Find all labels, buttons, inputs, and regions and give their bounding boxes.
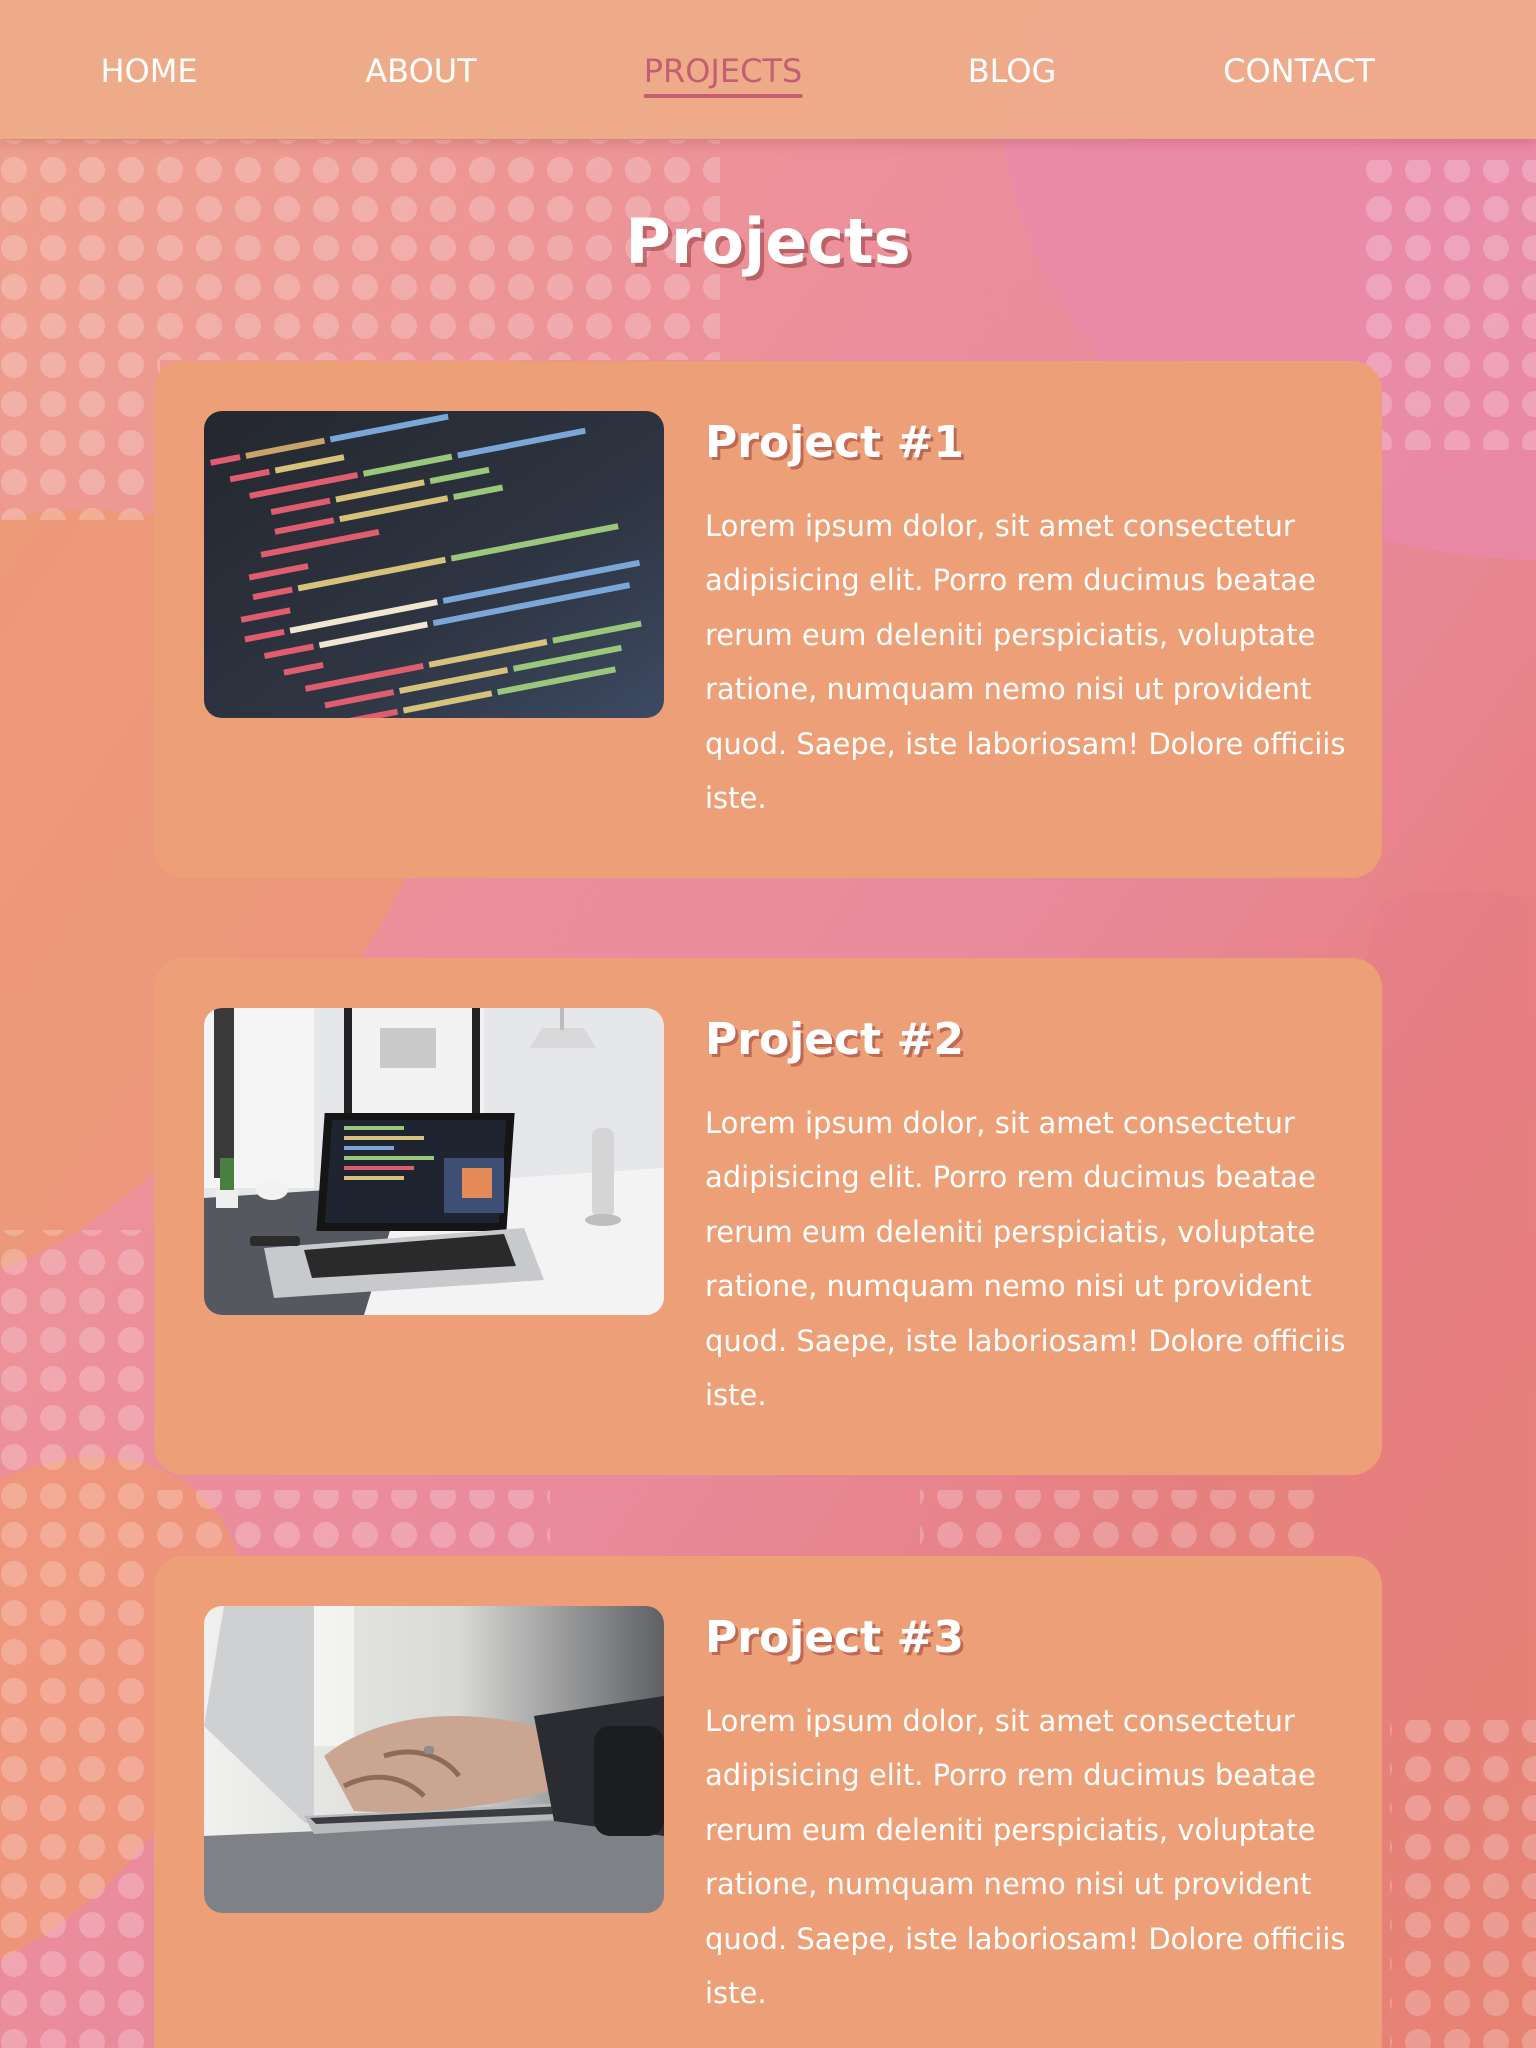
nav-item-label: BLOG — [967, 52, 1057, 90]
project-card: Project #3 Lorem ipsum dolor, sit amet c… — [154, 1556, 1382, 2048]
project-title: Project #1 — [705, 417, 965, 468]
nav-item-label: PROJECTS — [643, 52, 803, 90]
active-nav-underline — [643, 94, 803, 98]
project-card: Project #2 Lorem ipsum dolor, sit amet c… — [154, 958, 1382, 1475]
nav-item-home[interactable]: HOME — [100, 48, 197, 94]
project-description: Lorem ipsum dolor, sit amet consectetur … — [705, 1704, 1346, 2011]
nav-item-blog[interactable]: BLOG — [968, 48, 1057, 94]
nav-item-about[interactable]: ABOUT — [365, 48, 476, 94]
project-card: Project #1 Lorem ipsum dolor, sit amet c… — [154, 361, 1382, 878]
project-description: Lorem ipsum dolor, sit amet consectetur … — [705, 1106, 1346, 1413]
page-title: Projects — [625, 205, 911, 278]
project-image-laptop-desk — [204, 1008, 664, 1315]
project-image-typing-hands — [204, 1606, 664, 1913]
nav-item-projects[interactable]: PROJECTS — [643, 48, 803, 98]
main-nav: HOME ABOUT PROJECTS BLOG CONTACT — [0, 0, 1536, 139]
project-title: Project #3 — [705, 1612, 965, 1663]
project-description: Lorem ipsum dolor, sit amet consectetur … — [705, 509, 1346, 816]
nav-item-label: CONTACT — [1223, 52, 1375, 90]
project-image-code-screen — [204, 411, 664, 718]
project-title: Project #2 — [705, 1014, 965, 1065]
nav-item-label: HOME — [100, 52, 198, 90]
nav-item-label: ABOUT — [365, 52, 477, 90]
nav-item-contact[interactable]: CONTACT — [1223, 48, 1375, 94]
